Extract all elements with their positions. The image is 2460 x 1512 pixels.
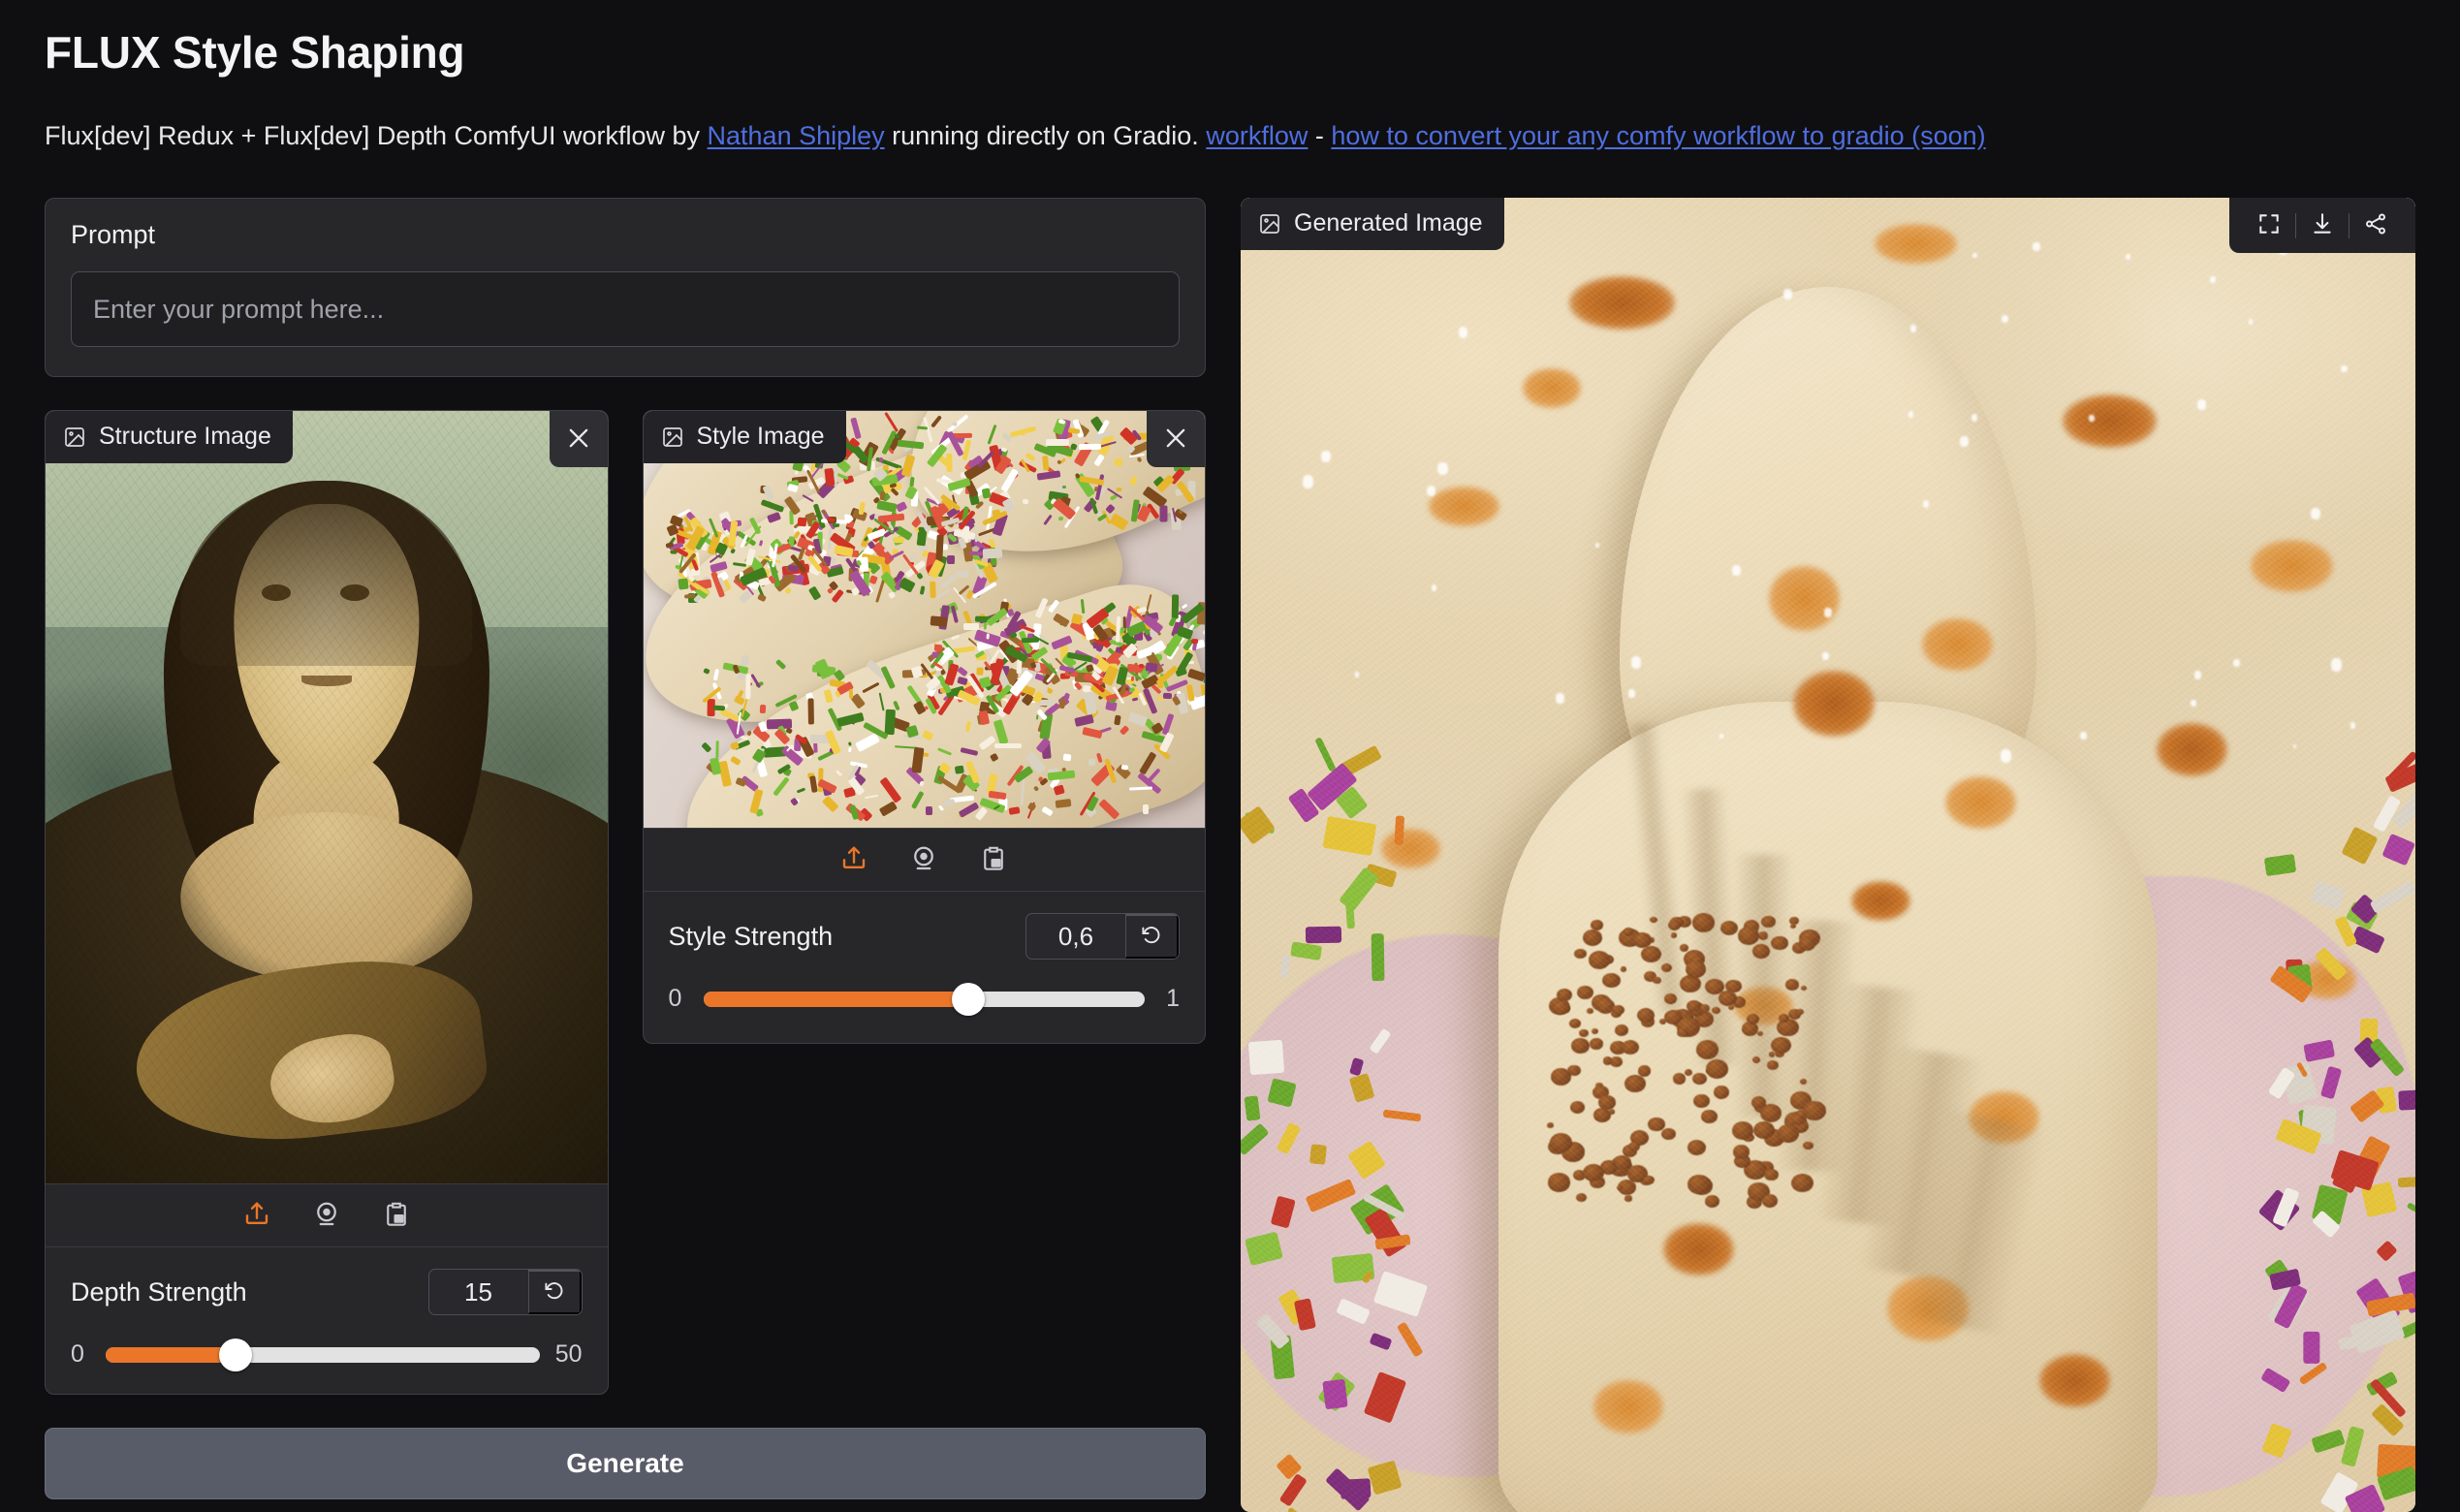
fullscreen-icon <box>2256 211 2282 239</box>
close-icon <box>565 425 592 455</box>
depth-strength-label: Depth Strength <box>71 1277 247 1307</box>
reset-icon <box>543 1279 566 1306</box>
subtitle-text-2: running directly on Gradio. <box>885 121 1207 150</box>
workflow-link[interactable]: workflow <box>1206 121 1308 150</box>
style-slider-max: 1 <box>1160 985 1180 1013</box>
paste-clipboard-icon <box>382 1200 411 1232</box>
upload-icon <box>839 844 868 876</box>
style-image-toolbar <box>644 828 1206 892</box>
style-strength-control: Style Strength 0,6 <box>644 892 1206 1038</box>
page-subtitle: Flux[dev] Redux + Flux[dev] Depth ComfyU… <box>45 121 1986 151</box>
structure-image-badge: Structure Image <box>46 411 293 463</box>
prompt-label: Prompt <box>71 220 1180 250</box>
depth-strength-value-box: 15 <box>428 1269 583 1315</box>
download-button[interactable] <box>2296 207 2349 243</box>
depth-strength-slider[interactable] <box>106 1347 540 1363</box>
structure-image-preview[interactable]: Structure Image <box>46 411 608 1183</box>
structure-image-artwork <box>46 411 608 1183</box>
prompt-card: Prompt <box>45 198 1206 377</box>
style-strength-slider[interactable] <box>704 992 1146 1007</box>
style-strength-value[interactable]: 0,6 <box>1026 914 1125 959</box>
style-image-card: Style Image <box>643 410 1207 1044</box>
close-icon <box>1162 425 1189 455</box>
howto-link[interactable]: how to convert your any comfy workflow t… <box>1331 121 1985 150</box>
structure-image-badge-label: Structure Image <box>99 423 271 451</box>
right-column: Generated Image <box>1241 198 2415 1512</box>
style-slider-min: 0 <box>669 985 688 1013</box>
image-icon <box>63 425 86 449</box>
style-image-artwork <box>644 411 1206 828</box>
share-icon <box>2363 211 2388 239</box>
webcam-icon <box>312 1200 341 1232</box>
generate-button[interactable]: Generate <box>45 1428 1206 1499</box>
paste-clipboard-button[interactable] <box>378 1196 415 1236</box>
depth-strength-control: Depth Strength 15 <box>46 1247 608 1394</box>
generated-image-badge: Generated Image <box>1241 198 1504 250</box>
style-image-badge-label: Style Image <box>697 423 825 451</box>
fullscreen-button[interactable] <box>2243 207 2295 243</box>
image-icon <box>661 425 684 449</box>
webcam-button[interactable] <box>308 1196 345 1236</box>
image-panels-row: Structure Image <box>45 410 1206 1395</box>
style-strength-reset-button[interactable] <box>1125 914 1179 959</box>
webcam-icon <box>909 844 938 876</box>
app-root: FLUX Style Shaping Flux[dev] Redux + Flu… <box>0 0 2460 1512</box>
left-column: Prompt <box>45 198 1206 1499</box>
style-close-button[interactable] <box>1147 411 1205 467</box>
structure-image-card: Structure Image <box>45 410 609 1395</box>
subtitle-text-1: Flux[dev] Redux + Flux[dev] Depth ComfyU… <box>45 121 708 150</box>
depth-strength-reset-button[interactable] <box>528 1270 582 1314</box>
upload-button[interactable] <box>238 1196 275 1236</box>
download-icon <box>2310 211 2335 239</box>
upload-icon <box>242 1200 271 1232</box>
depth-slider-max: 50 <box>555 1340 583 1369</box>
style-image-badge: Style Image <box>644 411 846 463</box>
author-link[interactable]: Nathan Shipley <box>708 121 885 150</box>
structure-image-toolbar <box>46 1183 608 1247</box>
paste-clipboard-icon <box>979 844 1008 876</box>
generated-image-artwork <box>1241 198 2415 1512</box>
upload-button[interactable] <box>836 840 872 880</box>
generated-image-card[interactable]: Generated Image <box>1241 198 2415 1512</box>
style-strength-label: Style Strength <box>669 922 834 952</box>
depth-strength-value[interactable]: 15 <box>429 1270 528 1314</box>
reset-icon <box>1140 924 1163 950</box>
structure-close-button[interactable] <box>550 411 608 467</box>
webcam-button[interactable] <box>905 840 942 880</box>
generated-image-badge-label: Generated Image <box>1294 209 1483 237</box>
style-image-preview[interactable]: Style Image <box>644 411 1206 828</box>
generated-image-toolbar <box>2229 198 2415 253</box>
paste-clipboard-button[interactable] <box>975 840 1012 880</box>
subtitle-separator: - <box>1308 121 1331 150</box>
style-strength-value-box: 0,6 <box>1025 913 1180 960</box>
share-button[interactable] <box>2350 207 2402 243</box>
image-icon <box>1258 212 1281 236</box>
depth-slider-min: 0 <box>71 1340 90 1369</box>
page-title: FLUX Style Shaping <box>45 26 464 79</box>
prompt-input[interactable] <box>71 271 1180 347</box>
